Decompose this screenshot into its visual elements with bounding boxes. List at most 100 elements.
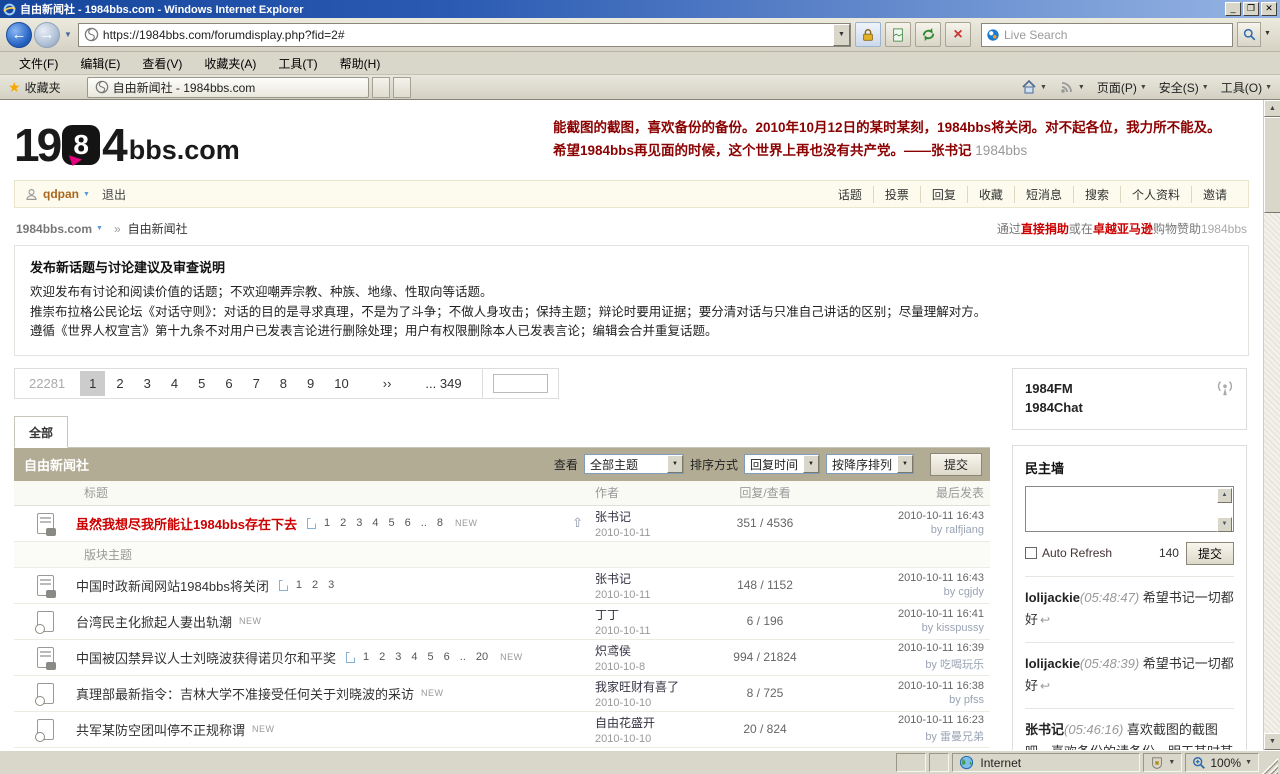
thread-page-link[interactable]: 8 <box>437 517 443 529</box>
thread-page-link[interactable]: 2 <box>312 579 318 591</box>
nav-link[interactable]: 回复 <box>920 186 967 203</box>
close-button[interactable]: ✕ <box>1261 2 1277 16</box>
thread-page-link[interactable]: 2 <box>379 651 385 663</box>
last-post-author[interactable]: by kisspussy <box>820 622 984 634</box>
command-item[interactable]: 安全(S)▼ <box>1159 79 1209 96</box>
scrollbar-thumb[interactable] <box>1264 117 1280 213</box>
last-post-author[interactable]: by 吃喝玩乐 <box>820 656 984 672</box>
nav-link[interactable]: 个人资料 <box>1120 186 1191 203</box>
command-item[interactable]: 工具(O)▼ <box>1221 79 1272 96</box>
page-jump-input[interactable] <box>493 374 548 393</box>
thread-author-link[interactable]: 炽鸢侯 <box>595 642 710 659</box>
nav-link[interactable]: 收藏 <box>967 186 1014 203</box>
thread-page-link[interactable]: 4 <box>411 651 417 663</box>
reply-arrow-icon[interactable]: ↩ <box>1040 613 1050 627</box>
thread-author-link[interactable]: 丁丁 <box>595 606 710 623</box>
thread-title-link[interactable]: 真理部最新指令：吉林大学不准接受任何关于刘晓波的采访 <box>76 684 414 703</box>
page-number[interactable]: 9 <box>298 371 323 396</box>
tab-all[interactable]: 全部 <box>14 416 68 448</box>
nav-link[interactable]: 投票 <box>873 186 920 203</box>
menu-item[interactable]: 编辑(E) <box>69 52 131 75</box>
page-number[interactable]: 7 <box>244 371 269 396</box>
search-go-button[interactable] <box>1237 22 1261 47</box>
browser-tab[interactable]: 自由新闻社 - 1984bbs.com <box>87 77 369 98</box>
scroll-up-arrow-icon[interactable]: ▲ <box>1264 100 1280 117</box>
link-1984fm[interactable]: 1984FM <box>1025 379 1234 398</box>
scroll-down-icon[interactable]: ▼ <box>1217 517 1232 532</box>
security-lock-button[interactable] <box>855 22 881 47</box>
home-button[interactable]: ▼ <box>1021 79 1047 95</box>
thread-page-link[interactable]: 4 <box>372 517 378 529</box>
thread-page-link[interactable]: 2 <box>340 517 346 529</box>
filter-submit-button[interactable]: 提交 <box>930 453 982 476</box>
view-select[interactable]: 全部主题 ▼ <box>584 454 684 474</box>
vertical-scrollbar[interactable]: ▲ ▼ <box>1263 100 1280 750</box>
favorites-label[interactable]: 收藏夹 <box>25 79 61 96</box>
last-post-author[interactable]: by cgjdy <box>820 586 984 598</box>
stop-button[interactable]: × <box>945 22 971 47</box>
zoom-control[interactable]: 100% ▼ <box>1185 753 1259 772</box>
thread-page-link[interactable]: 3 <box>356 517 362 529</box>
thread-page-link[interactable]: 20 <box>476 651 488 663</box>
thread-author-link[interactable]: 张书记 <box>595 508 710 525</box>
thread-page-link[interactable]: 1 <box>324 517 330 529</box>
search-dropdown-icon[interactable]: ▼ <box>1261 22 1274 47</box>
wall-message-input[interactable] <box>1025 486 1234 532</box>
thread-page-link[interactable]: 5 <box>428 651 434 663</box>
thread-page-link[interactable]: 3 <box>328 579 334 591</box>
new-tab-stub[interactable] <box>372 77 390 98</box>
thread-page-link[interactable]: 6 <box>444 651 450 663</box>
scroll-down-arrow-icon[interactable]: ▼ <box>1264 733 1280 750</box>
thread-author-link[interactable]: 张书记 <box>595 570 710 587</box>
page-number[interactable]: 2 <box>107 371 132 396</box>
site-logo[interactable]: 19 8 4 bbs.com <box>14 112 240 170</box>
page-number[interactable]: 5 <box>189 371 214 396</box>
nav-link[interactable]: 搜索 <box>1073 186 1120 203</box>
menu-item[interactable]: 工具(T) <box>267 52 328 75</box>
page-number[interactable]: 1 <box>80 371 105 396</box>
protected-mode-button[interactable]: ▼ <box>1143 753 1182 772</box>
thread-title-link[interactable]: 虽然我想尽我所能让1984bbs存在下去 <box>76 514 297 533</box>
link-1984chat[interactable]: 1984Chat <box>1025 398 1234 417</box>
last-post-author[interactable]: by ralfjiang <box>820 524 984 536</box>
minimize-button[interactable]: _ <box>1225 2 1241 16</box>
favorites-star-icon[interactable]: ★ <box>8 79 21 96</box>
nav-link[interactable]: 邀请 <box>1191 186 1238 203</box>
pagination-next[interactable]: ›› <box>374 371 401 396</box>
nav-link[interactable]: 短消息 <box>1014 186 1073 203</box>
feeds-button[interactable]: ▼ <box>1059 79 1085 95</box>
command-item[interactable]: 页面(P)▼ <box>1097 79 1147 96</box>
thread-page-link[interactable]: .. <box>421 517 427 529</box>
url-dropdown-icon[interactable]: ▼ <box>833 24 850 46</box>
reply-arrow-icon[interactable]: ↩ <box>1040 679 1050 693</box>
last-post-author[interactable]: by 雷曼兄弟 <box>820 728 984 744</box>
thread-title-link[interactable]: 中国时政新闻网站1984bbs将关闭 <box>76 576 269 595</box>
page-number[interactable]: 10 <box>325 371 357 396</box>
breadcrumb-dropdown-icon[interactable]: ▼ <box>96 225 103 232</box>
forward-button[interactable]: → <box>34 22 60 48</box>
page-number[interactable]: 4 <box>162 371 187 396</box>
order-select[interactable]: 按降序排列 ▼ <box>826 454 914 474</box>
page-number[interactable]: 6 <box>216 371 241 396</box>
logout-link[interactable]: 退出 <box>102 186 126 203</box>
back-button[interactable]: ← <box>6 22 32 48</box>
thread-author-link[interactable]: 自由花盛开 <box>595 714 710 731</box>
history-dropdown-icon[interactable]: ▼ <box>64 30 72 39</box>
tab-list-stub[interactable] <box>393 77 411 98</box>
thread-title-link[interactable]: 台湾民主化掀起人妻出轨潮 <box>76 612 232 631</box>
thread-title-link[interactable]: 共军某防空团叫停不正规称谓 <box>76 720 245 739</box>
search-box[interactable]: Live Search <box>981 23 1233 47</box>
sort-select[interactable]: 回复时间 ▼ <box>744 454 820 474</box>
compatibility-view-button[interactable] <box>885 22 911 47</box>
username-dropdown-icon[interactable]: ▼ <box>83 191 90 198</box>
donate-amazon-link[interactable]: 卓越亚马逊 <box>1093 222 1153 236</box>
thread-page-link[interactable]: .. <box>460 651 466 663</box>
page-number[interactable]: 8 <box>271 371 296 396</box>
pagination-last[interactable]: ... 349 <box>416 371 470 396</box>
url-field[interactable]: https://1984bbs.com/forumdisplay.php?fid… <box>78 23 851 47</box>
thread-page-link[interactable]: 1 <box>296 579 302 591</box>
wall-message-user[interactable]: 张书记 <box>1025 722 1064 737</box>
thread-page-link[interactable]: 3 <box>395 651 401 663</box>
thread-title-link[interactable]: 中国被囚禁异议人士刘晓波获得诺贝尔和平奖 <box>76 648 336 667</box>
donate-direct-link[interactable]: 直接捐助 <box>1021 222 1069 236</box>
